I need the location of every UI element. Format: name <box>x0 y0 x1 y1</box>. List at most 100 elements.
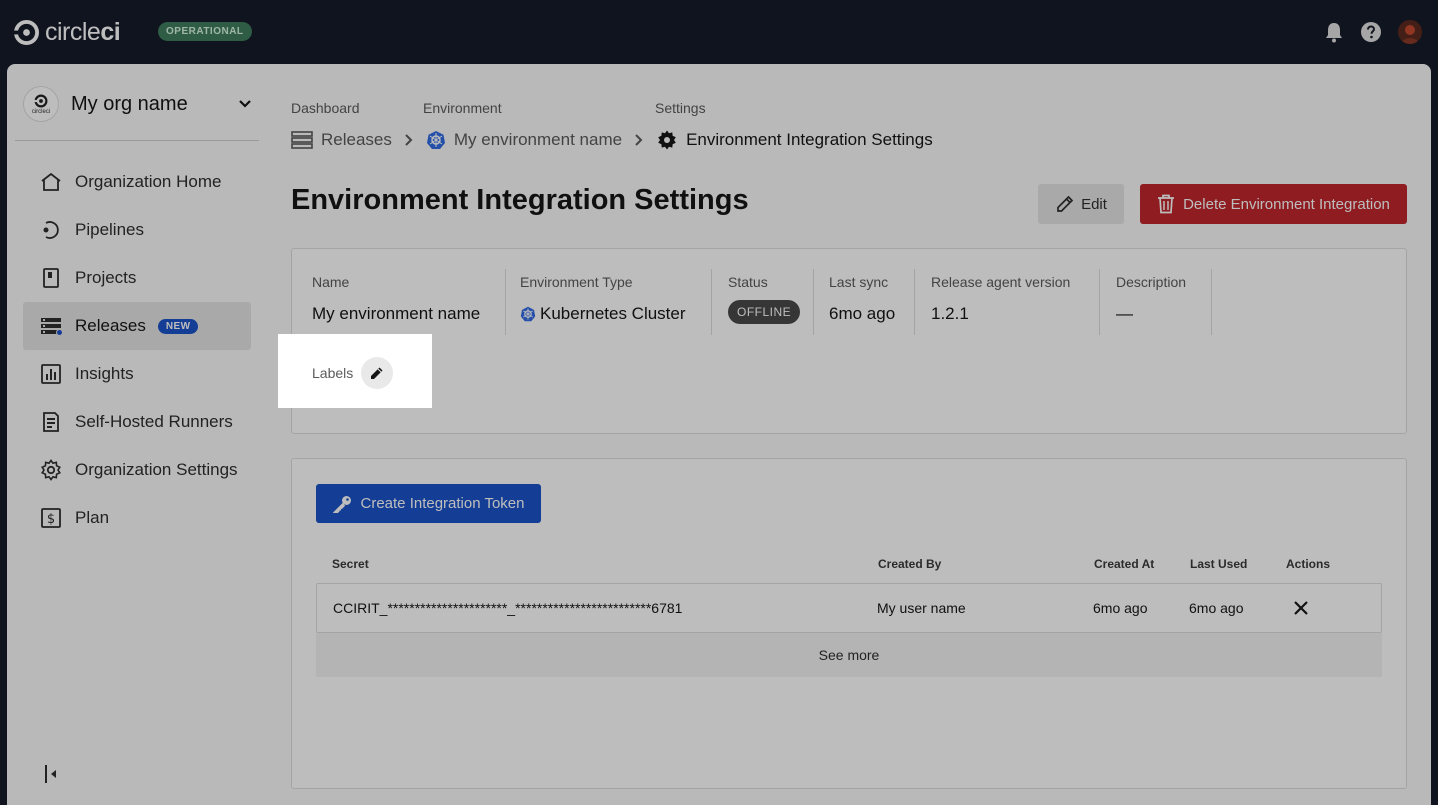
org-switcher[interactable]: circleci My org name <box>23 84 259 124</box>
svg-text:$: $ <box>47 512 55 527</box>
field-last-sync: Last sync 6mo ago <box>829 269 915 335</box>
breadcrumb-label: Environment <box>423 100 502 116</box>
insights-icon <box>39 362 63 386</box>
org-avatar-text: circleci <box>31 108 51 115</box>
sidebar: circleci My org name Organization Home P… <box>7 64 273 805</box>
sidebar-item-organization-home[interactable]: Organization Home <box>23 158 251 206</box>
field-label: Last sync <box>829 274 889 290</box>
breadcrumb-current: Environment Integration Settings <box>686 130 933 149</box>
column-header: Last Used <box>1190 557 1248 571</box>
chevron-down-icon <box>239 100 251 108</box>
token-secret: CCIRIT_**********************_**********… <box>333 600 683 616</box>
chevron-right-icon <box>634 133 644 147</box>
trash-icon <box>1158 194 1175 214</box>
home-icon <box>39 170 63 194</box>
table-header: Secret Created By Created At Last Used A… <box>316 555 1382 575</box>
delete-button-label: Delete Environment Integration <box>1183 195 1390 213</box>
sidebar-item-label: Organization Home <box>75 172 222 191</box>
field-value: My environment name <box>312 304 481 323</box>
field-label: Name <box>312 274 350 290</box>
top-icons <box>1324 20 1422 44</box>
column-header: Actions <box>1286 557 1331 571</box>
status-badge: OFFLINE <box>728 300 801 324</box>
field-status: Status OFFLINE <box>728 269 814 335</box>
sidebar-item-pipelines[interactable]: Pipelines <box>23 206 251 254</box>
field-label: Status <box>728 274 768 290</box>
column-header: Created By <box>878 557 942 571</box>
circleci-logo-icon <box>34 94 48 107</box>
bell-icon[interactable] <box>1324 21 1344 43</box>
sidebar-item-plan[interactable]: $ Plan <box>23 494 251 542</box>
sidebar-item-label: Plan <box>75 508 110 527</box>
circleci-logo-icon <box>14 20 39 45</box>
collapse-sidebar-button[interactable] <box>43 764 59 789</box>
create-integration-token-button[interactable]: Create Integration Token <box>316 484 541 523</box>
sidebar-item-label: Projects <box>75 268 137 287</box>
sidebar-item-projects[interactable]: Projects <box>23 254 251 302</box>
user-avatar[interactable] <box>1398 20 1422 44</box>
collapse-icon <box>45 765 56 783</box>
kubernetes-icon <box>520 306 536 322</box>
token-last-used: 6mo ago <box>1189 600 1244 616</box>
breadcrumb: Releases My environment name Environment… <box>291 128 933 152</box>
integration-tokens-card: Create Integration Token Secret Created … <box>291 458 1407 789</box>
field-release-agent-version: Release agent version 1.2.1 <box>931 269 1100 335</box>
token-created-at: 6mo ago <box>1093 600 1148 616</box>
field-value: — <box>1116 304 1133 323</box>
key-icon <box>332 495 351 513</box>
sidebar-item-label: Insights <box>75 364 134 383</box>
chevron-right-icon <box>404 133 414 147</box>
plan-icon: $ <box>39 506 63 530</box>
pencil-icon <box>371 367 383 379</box>
field-value: 1.2.1 <box>931 304 969 323</box>
field-description: Description — <box>1116 269 1212 335</box>
notification-dot <box>56 329 63 336</box>
column-header: Secret <box>332 557 369 571</box>
sidebar-item-releases[interactable]: Releases NEW <box>23 302 251 350</box>
environment-details-card: Name My environment name Environment Typ… <box>291 248 1407 434</box>
create-token-label: Create Integration Token <box>360 495 525 512</box>
org-name: My org name <box>71 92 188 115</box>
edit-labels-button[interactable] <box>361 357 394 389</box>
field-label: Environment Type <box>520 274 633 290</box>
kubernetes-icon <box>426 130 446 150</box>
sidebar-divider <box>15 140 259 141</box>
sidebar-item-label: Releases <box>75 316 146 335</box>
breadcrumb-environment-link[interactable]: My environment name <box>454 130 622 150</box>
close-icon[interactable] <box>1293 600 1309 616</box>
pencil-icon <box>1057 195 1074 212</box>
status-badge[interactable]: OPERATIONAL <box>158 22 252 41</box>
main-content: Dashboard Environment Settings Releases … <box>291 64 1415 805</box>
table-row: CCIRIT_**********************_**********… <box>316 583 1382 633</box>
circleci-logo[interactable]: circleci <box>14 18 121 47</box>
see-more-button[interactable]: See more <box>316 633 1382 677</box>
labels-row: Labels <box>312 357 394 389</box>
sidebar-item-organization-settings[interactable]: Organization Settings <box>23 446 251 494</box>
help-icon[interactable] <box>1360 21 1382 43</box>
field-value: Kubernetes Cluster <box>520 304 711 324</box>
projects-icon <box>39 266 63 290</box>
top-bar: circleci OPERATIONAL <box>0 0 1438 64</box>
breadcrumb-label: Dashboard <box>291 100 360 116</box>
sidebar-item-label: Self-Hosted Runners <box>75 412 233 431</box>
main-panel: circleci My org name Organization Home P… <box>7 64 1431 805</box>
avatar-image-icon <box>1398 20 1422 44</box>
field-name: Name My environment name <box>312 269 506 335</box>
sidebar-item-label: Pipelines <box>75 220 144 239</box>
edit-button[interactable]: Edit <box>1038 184 1124 224</box>
column-header: Created At <box>1094 557 1155 571</box>
field-value: 6mo ago <box>829 304 896 323</box>
sidebar-item-self-hosted-runners[interactable]: Self-Hosted Runners <box>23 398 251 446</box>
field-environment-type: Environment Type Kubernetes Cluster <box>520 269 712 335</box>
field-label: Description <box>1116 274 1187 290</box>
delete-environment-integration-button[interactable]: Delete Environment Integration <box>1140 184 1407 224</box>
edit-button-label: Edit <box>1081 195 1107 213</box>
field-value: OFFLINE <box>728 300 813 324</box>
org-avatar: circleci <box>23 86 59 122</box>
releases-icon <box>291 130 313 150</box>
sidebar-item-insights[interactable]: Insights <box>23 350 251 398</box>
field-label: Release agent version <box>931 274 1071 290</box>
environment-type-value: Kubernetes Cluster <box>540 304 686 323</box>
gear-icon <box>656 129 678 151</box>
breadcrumb-releases-link[interactable]: Releases <box>321 130 392 150</box>
